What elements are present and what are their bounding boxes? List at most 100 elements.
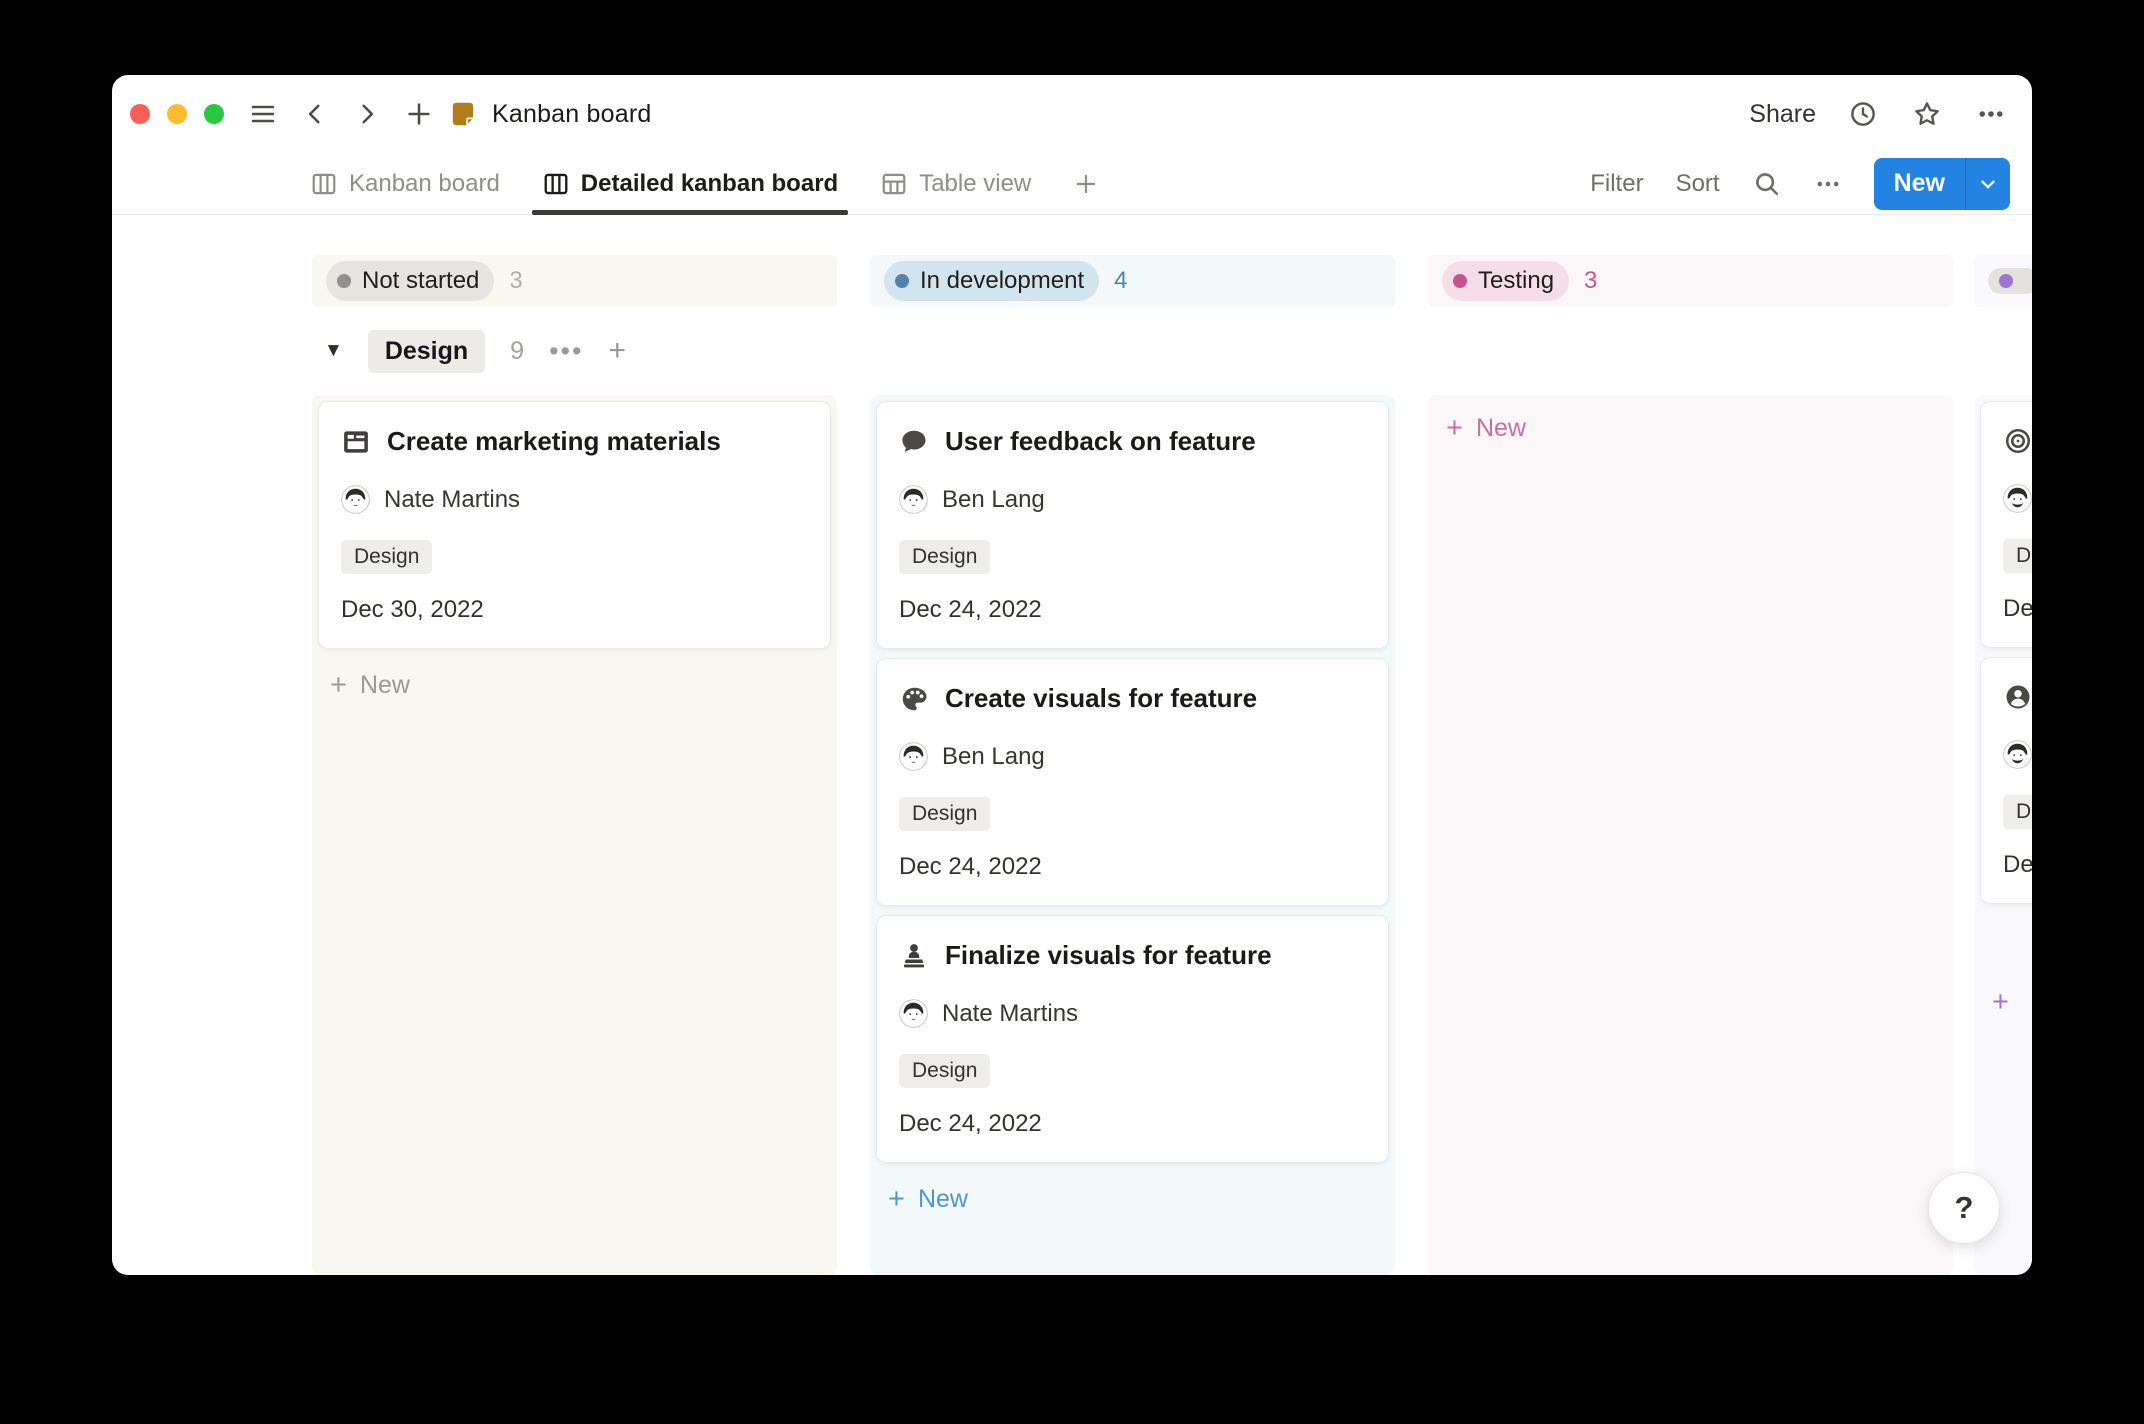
star-icon[interactable]: [1910, 97, 1944, 131]
tab-label: Kanban board: [349, 170, 500, 198]
status-dot-icon: [1999, 274, 2013, 288]
hamburger-icon[interactable]: [246, 97, 280, 131]
tag-pill: Design: [341, 540, 432, 574]
new-card-button[interactable]: + New: [318, 658, 831, 713]
status-pill[interactable]: Not started: [326, 261, 494, 301]
column-in-development: User feedback on feature Ben Lang Design…: [870, 395, 1395, 1275]
board-view-icon: [542, 170, 570, 198]
card-date: Dec 24, 2022: [899, 853, 1366, 881]
card-title: Finalize visuals for feature: [945, 940, 1272, 971]
tag-pill: Design: [899, 797, 990, 831]
forward-button[interactable]: [350, 97, 384, 131]
column-not-started: Create marketing materials Nate Martins …: [312, 395, 837, 1275]
avatar: [341, 485, 370, 514]
page-icon: [446, 97, 480, 131]
group-more-icon[interactable]: •••: [549, 336, 583, 367]
tag-pill: Design: [2003, 539, 2032, 573]
tag-pill: Design: [2003, 795, 2032, 829]
new-card-button[interactable]: +: [1980, 975, 2032, 1030]
group-name-pill[interactable]: Design: [368, 330, 485, 373]
zoom-window-button[interactable]: [204, 104, 224, 124]
avatar: [2003, 484, 2032, 513]
assignee-name: Nate Martins: [942, 1000, 1078, 1028]
column-bodies: Create marketing materials Nate Martins …: [112, 395, 2032, 1275]
spiral-icon: [2003, 426, 2032, 456]
card-clipped[interactable]: Design Dec: [1980, 401, 2032, 648]
status-pill[interactable]: [1988, 268, 2032, 294]
sort-button[interactable]: Sort: [1676, 170, 1720, 198]
table-view-icon: [880, 170, 908, 198]
plus-icon: +: [1992, 988, 2009, 1017]
search-icon[interactable]: [1752, 169, 1782, 199]
card-user-feedback-on-feature[interactable]: User feedback on feature Ben Lang Design…: [876, 401, 1389, 649]
column-clipped: Design Dec: [1974, 395, 2032, 1275]
status-pill[interactable]: In development: [884, 261, 1099, 301]
new-page-button[interactable]: [402, 97, 436, 131]
card-finalize-visuals-for-feature[interactable]: Finalize visuals for feature Nate Martin…: [876, 915, 1389, 1163]
app-window: Kanban board Share Kanban board: [112, 75, 2032, 1275]
card-create-visuals-for-feature[interactable]: Create visuals for feature Ben Lang Desi…: [876, 658, 1389, 906]
card-create-marketing-materials[interactable]: Create marketing materials Nate Martins …: [318, 401, 831, 649]
card-title: Create marketing materials: [387, 426, 721, 457]
page-title: Kanban board: [492, 100, 651, 129]
column-name: Not started: [362, 267, 479, 295]
column-count: 4: [1114, 267, 1127, 295]
new-card-label: New: [360, 671, 410, 700]
back-button[interactable]: [298, 97, 332, 131]
card-date: Dec 24, 2022: [899, 1110, 1366, 1138]
chevron-down-icon[interactable]: [1966, 158, 2010, 210]
tag-pill: Design: [899, 540, 990, 574]
new-card-label: New: [1476, 414, 1526, 443]
group-add-icon[interactable]: +: [608, 334, 626, 368]
column-name: In development: [920, 267, 1084, 295]
new-button[interactable]: New: [1874, 158, 2010, 210]
avatar: [899, 742, 928, 771]
column-header-testing: Testing 3: [1428, 255, 1953, 307]
tab-table-view[interactable]: Table view: [878, 153, 1033, 214]
avatar: [899, 999, 928, 1028]
filter-button[interactable]: Filter: [1590, 170, 1643, 198]
column-count: 3: [1584, 267, 1597, 295]
add-view-button[interactable]: [1071, 153, 1101, 214]
new-button-label[interactable]: New: [1874, 158, 1965, 210]
close-window-button[interactable]: [130, 104, 150, 124]
clock-icon[interactable]: [1846, 97, 1880, 131]
column-count: 3: [509, 267, 522, 295]
stamp-icon: [899, 941, 929, 971]
frame-icon: [341, 427, 371, 457]
minimize-window-button[interactable]: [167, 104, 187, 124]
help-button[interactable]: ?: [1928, 1172, 2000, 1244]
card-date: Dec: [2003, 851, 2032, 879]
tab-kanban-board[interactable]: Kanban board: [308, 153, 502, 214]
tab-label: Table view: [919, 170, 1031, 198]
card-date: Dec: [2003, 595, 2032, 623]
tab-detailed-kanban-board[interactable]: Detailed kanban board: [540, 153, 840, 214]
plus-icon: +: [330, 671, 347, 700]
view-toolbar: Filter Sort New: [1590, 153, 2032, 214]
new-card-button[interactable]: + New: [876, 1172, 1389, 1227]
column-header-in-development: In development 4: [870, 255, 1395, 307]
avatar: [2003, 740, 2032, 769]
more-options-icon[interactable]: [1974, 97, 2008, 131]
plus-icon: +: [888, 1185, 905, 1214]
view-tab-bar: Kanban board Detailed kanban board Table…: [112, 153, 2032, 215]
new-card-button[interactable]: + New: [1434, 401, 1947, 456]
group-collapse-toggle[interactable]: ▼: [324, 340, 343, 362]
card-clipped[interactable]: Design Dec: [1980, 657, 2032, 904]
assignee-name: Ben Lang: [942, 486, 1045, 514]
status-dot-icon: [895, 274, 909, 288]
portrait-icon: [2003, 682, 2032, 712]
traffic-lights: [130, 104, 224, 124]
tab-label: Detailed kanban board: [581, 170, 838, 198]
column-header-clipped: [1974, 255, 2032, 307]
plus-icon: +: [1446, 414, 1463, 443]
share-button[interactable]: Share: [1749, 100, 1816, 129]
speech-bubble-icon: [899, 427, 929, 457]
column-headers: Not started 3 In development 4 Testing 3: [112, 255, 2032, 307]
view-options-icon[interactable]: [1814, 170, 1842, 198]
card-date: Dec 30, 2022: [341, 596, 808, 624]
status-dot-icon: [1453, 274, 1467, 288]
status-pill[interactable]: Testing: [1442, 261, 1569, 301]
board-view-icon: [310, 170, 338, 198]
column-header-not-started: Not started 3: [312, 255, 837, 307]
